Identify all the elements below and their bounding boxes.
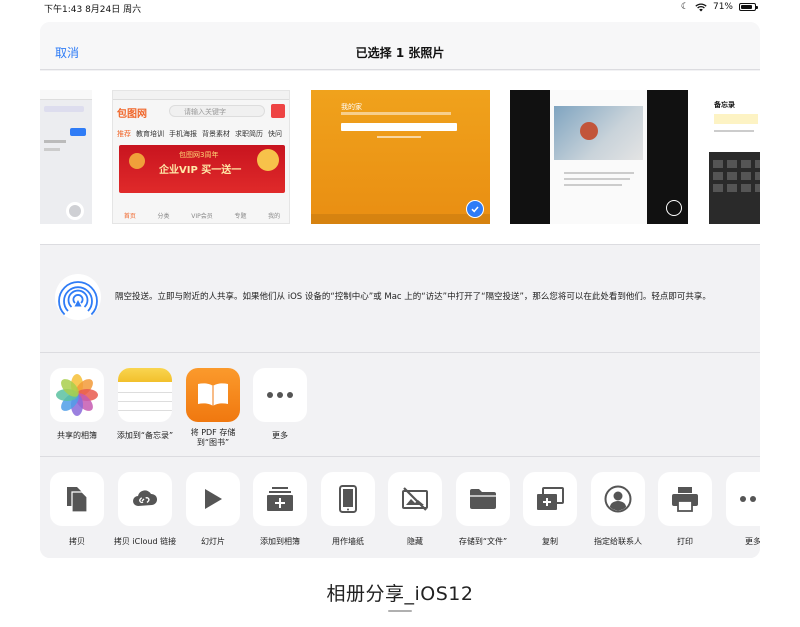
action-row: 拷贝 拷贝 iCloud 链接 幻灯片 添加到相簿 用作墙纸 隐藏 存储到“文件… [40, 458, 760, 558]
screen-heading: 备忘录 [714, 101, 735, 109]
notes-app[interactable]: 添加到“备忘录” [110, 368, 180, 441]
app-label-line: 将 PDF 存储 [190, 428, 236, 437]
page-caption: 相册分享_iOS12 [326, 583, 474, 605]
action-label: 隐藏 [407, 537, 423, 546]
app-label: 更多 [272, 431, 288, 440]
books-app[interactable]: 将 PDF 存储 到“图书” [178, 368, 248, 448]
status-time: 下午1:43 8月24日 周六 [44, 5, 142, 15]
use-as-wallpaper-action[interactable]: 用作墙纸 [313, 472, 383, 547]
screen-heading: 我的家 [341, 103, 362, 111]
wallpaper-icon [339, 485, 357, 513]
action-label: 拷贝 iCloud 链接 [113, 537, 177, 546]
home-indicator [388, 610, 412, 612]
copy-icon [67, 487, 88, 513]
more-icon [740, 496, 756, 502]
banner-title: 包图网3周年 [179, 151, 219, 159]
print-icon [672, 487, 698, 512]
airdrop-description: 隔空投送。立即与附近的人共享。如果他们从 iOS 设备的“控制中心”或 Mac … [115, 292, 711, 302]
status-bar: 下午1:43 8月24日 周六 ☾ 71% [0, 0, 800, 22]
folder-icon [470, 489, 496, 509]
status-indicators: ☾ 71% [680, 2, 758, 12]
photo-strip[interactable]: 包图网 请输入关键字 推荐 教育培训 手机海报 背景素材 求职简历 快问 包图网… [40, 71, 760, 245]
duplicate-action[interactable]: 复制 [515, 472, 585, 547]
copy-action[interactable]: 拷贝 [42, 472, 112, 547]
battery-percent: 71% [712, 2, 733, 12]
bottom-nav-item: 分类 [157, 213, 170, 220]
app-label: 共享的相簿 [57, 431, 97, 440]
airdrop-section[interactable]: 隔空投送。立即与附近的人共享。如果他们从 iOS 设备的“控制中心”或 Mac … [40, 246, 760, 353]
contact-icon [604, 485, 632, 513]
banner-main: 企业VIP 买一送一 [159, 165, 242, 176]
selection-title: 已选择 1 张照片 [355, 46, 445, 60]
share-sheet: 取消 已选择 1 张照片 包图网 请输入关键字 推荐 教育培训 手机海报 背景素… [40, 22, 760, 558]
play-icon [205, 489, 222, 509]
books-app-icon [186, 368, 240, 422]
print-action[interactable]: 打印 [650, 472, 720, 547]
search-placeholder: 请输入关键字 [184, 108, 226, 116]
link-icon [133, 490, 158, 506]
copy-icloud-link-action[interactable]: 拷贝 iCloud 链接 [110, 472, 180, 547]
moon-icon: ☾ [680, 2, 689, 12]
add-to-album-action[interactable]: 添加到相簿 [245, 472, 315, 547]
wifi-icon [695, 2, 707, 11]
bottom-nav-item: 专题 [234, 213, 247, 220]
bottom-nav-item: 首页 [123, 213, 136, 220]
hide-icon [402, 487, 428, 511]
tab-item: 背景素材 [202, 130, 230, 138]
app-share-row: 共享的相簿 添加到“备忘录” 将 PDF 存储 到“图书” 更多 [40, 354, 760, 457]
shared-albums-app[interactable]: 共享的相簿 [42, 368, 112, 441]
photo-thumbnail[interactable]: 备忘录 [709, 90, 760, 224]
notes-app-icon [118, 368, 172, 422]
photos-app-icon [50, 368, 104, 422]
more-icon [253, 368, 307, 422]
add-album-icon [267, 487, 293, 511]
photo-thumbnail-selected[interactable]: 我的家 [311, 90, 490, 224]
app-label: 添加到“备忘录” [116, 431, 174, 440]
tab-item: 教育培训 [136, 130, 164, 138]
action-label: 打印 [677, 537, 693, 546]
hide-action[interactable]: 隐藏 [380, 472, 450, 547]
battery-icon [739, 3, 758, 11]
more-actions-button[interactable]: 更多 [718, 472, 760, 547]
photo-thumbnail[interactable]: 包图网 请输入关键字 推荐 教育培训 手机海报 背景素材 求职简历 快问 包图网… [112, 90, 290, 224]
assign-to-contact-action[interactable]: 指定给联系人 [583, 472, 653, 547]
tab-item: 推荐 [117, 130, 131, 138]
action-label: 指定给联系人 [594, 537, 642, 546]
slideshow-action[interactable]: 幻灯片 [178, 472, 248, 547]
bottom-nav-item: VIP会员 [191, 213, 213, 220]
airdrop-icon [55, 274, 101, 320]
bottom-nav-item: 我的 [268, 213, 281, 220]
action-label: 存储到“文件” [458, 537, 508, 546]
action-label: 复制 [542, 537, 558, 546]
photo-thumbnail[interactable] [510, 90, 688, 224]
photo-thumbnail[interactable] [40, 90, 92, 224]
checkmark-icon [466, 200, 484, 218]
action-label: 添加到相簿 [260, 537, 300, 546]
brand-logo-text: 包图网 [117, 109, 147, 120]
save-to-files-action[interactable]: 存储到“文件” [448, 472, 518, 547]
tab-item: 手机海报 [169, 130, 197, 138]
action-label: 拷贝 [69, 537, 85, 546]
app-label-line: 到“图书” [196, 438, 230, 447]
app-label: 将 PDF 存储 到“图书” [178, 428, 248, 448]
duplicate-icon [537, 487, 564, 510]
tab-item: 快问 [268, 130, 282, 138]
tab-item: 求职简历 [235, 130, 263, 138]
action-label: 幻灯片 [201, 537, 225, 546]
share-sheet-header: 取消 已选择 1 张照片 [40, 22, 760, 70]
action-label: 用作墙纸 [332, 537, 364, 546]
more-apps-button[interactable]: 更多 [245, 368, 315, 441]
action-label: 更多 [745, 537, 760, 546]
